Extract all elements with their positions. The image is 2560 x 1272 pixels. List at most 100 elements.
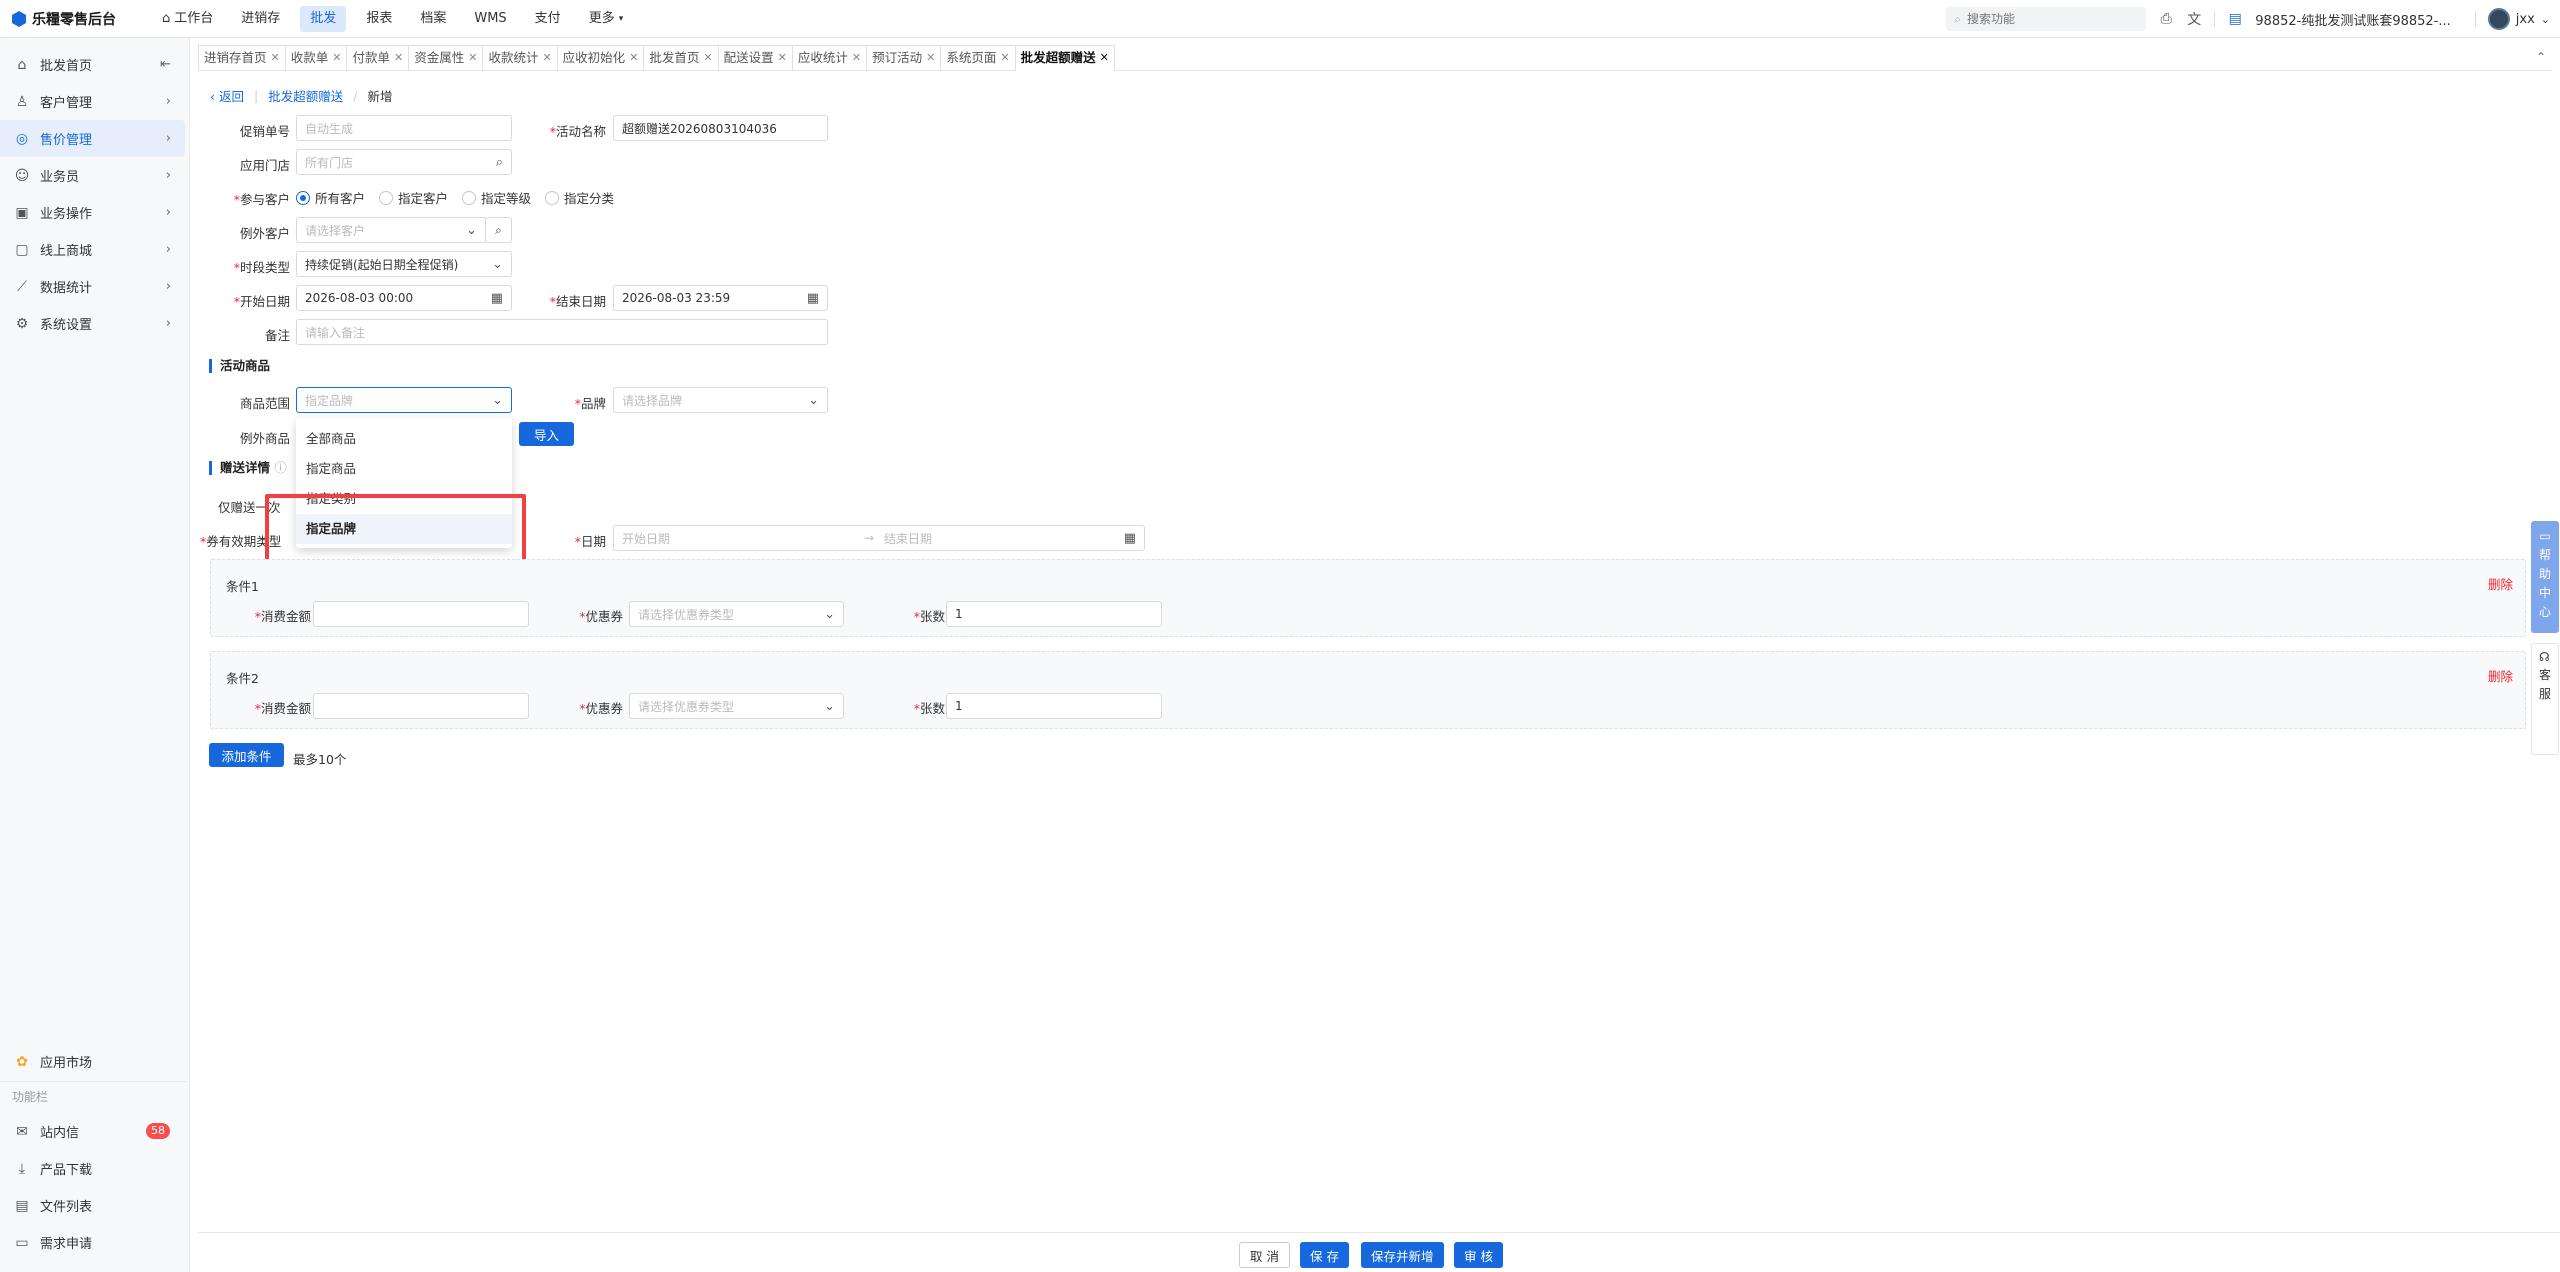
sidebar-item-settings[interactable]: ⚙ 系统设置 › <box>0 305 185 342</box>
app-logo[interactable]: 乐糧零售后台 <box>12 9 116 29</box>
sidebar-item-operations[interactable]: ▣ 业务操作 › <box>0 194 185 231</box>
search-icon[interactable]: ⌕ <box>496 155 503 170</box>
tab-ar-stats[interactable]: 应收统计 ✕ <box>791 44 868 71</box>
tab-delivery-settings[interactable]: 配送设置 ✕ <box>717 44 793 71</box>
tab-wholesale-home[interactable]: 批发首页 ✕ <box>643 44 719 71</box>
store-field[interactable]: 所有门店 ⌕ <box>296 149 512 175</box>
tab-payment[interactable]: 付款单 ✕ <box>346 44 410 71</box>
back-link[interactable]: ‹ 返回 <box>210 86 244 105</box>
highlight-box <box>265 494 526 566</box>
amount-label: *消费金额 <box>254 701 311 716</box>
import-button[interactable]: 导入 <box>519 422 574 446</box>
close-icon[interactable]: ✕ <box>926 46 935 70</box>
topnav-more[interactable]: 更多 ▾ <box>575 6 638 32</box>
close-icon[interactable]: ✕ <box>468 46 477 70</box>
radio-specific-level[interactable]: 指定等级 <box>462 188 531 207</box>
radio-specific-category[interactable]: 指定分类 <box>545 188 614 207</box>
topnav-workbench[interactable]: ⌂ 工作台 <box>148 6 227 32</box>
exclude-customer-select[interactable]: 请选择客户 ⌄ <box>296 217 486 243</box>
amount-field[interactable] <box>313 601 529 627</box>
sidebar-item-requests[interactable]: ▭ 需求申请 <box>0 1224 182 1261</box>
sidebar-item-files[interactable]: ▤ 文件列表 <box>0 1187 182 1224</box>
start-date-field[interactable]: 2026-08-03 00:00 ▦ <box>296 285 512 311</box>
topnav-archive[interactable]: 档案 <box>406 6 460 32</box>
sidebar-item-messages[interactable]: ✉ 站内信 58 <box>0 1113 182 1150</box>
close-icon[interactable]: ✕ <box>332 46 341 70</box>
user-menu[interactable]: jxx ⌄ <box>2487 8 2550 30</box>
remark-field[interactable]: 请输入备注 <box>296 319 828 345</box>
tab-inventory-home[interactable]: 进销存首页 ✕ <box>198 44 286 71</box>
search-icon: ⌕ <box>495 222 502 237</box>
translate-icon[interactable]: 文 <box>2186 11 2202 28</box>
sidebar-item-online-store[interactable]: ▢ 线上商城 › <box>0 231 185 268</box>
option-all-goods[interactable]: 全部商品 <box>296 424 512 454</box>
search-input[interactable] <box>1967 12 2128 26</box>
close-icon[interactable]: ✕ <box>778 46 787 70</box>
exclude-customer-label: 例外客户 <box>239 226 290 241</box>
goods-scope-select[interactable]: 指定品牌 ⌄ <box>296 387 512 413</box>
topnav-wholesale[interactable]: 批发 <box>300 6 347 32</box>
topnav-payment[interactable]: 支付 <box>521 6 575 32</box>
tab-bar: 进销存首页 ✕ 收款单 ✕ 付款单 ✕ 资金属性 ✕ 收款统计 ✕ 应收初始化 ✕ 批发首页… <box>198 44 2552 71</box>
help-center-widget[interactable]: ▭ 帮 助 中 心 <box>2531 521 2559 633</box>
sidebar-item-pricing[interactable]: ◎ 售价管理 › <box>0 120 185 157</box>
count-field[interactable]: 1 <box>946 693 1162 719</box>
promo-no-label: 促销单号 <box>239 124 290 139</box>
sidebar-item-downloads[interactable]: ⤓ 产品下载 <box>0 1150 182 1187</box>
sidebar-item-statistics[interactable]: ⟋ 数据统计 › <box>0 268 185 305</box>
sidebar-item-salesman[interactable]: ☺ 业务员 › <box>0 157 185 194</box>
sidebar-item-app-market[interactable]: ✿ 应用市场 <box>0 1043 182 1080</box>
tab-preorder[interactable]: 预订活动 ✕ <box>866 44 942 71</box>
close-icon[interactable]: ✕ <box>703 46 712 70</box>
close-icon[interactable]: ✕ <box>542 46 551 70</box>
printer-icon[interactable]: ⎙ <box>2158 11 2174 27</box>
coupon-select[interactable]: 请选择优惠券类型 ⌄ <box>629 693 844 719</box>
cancel-button[interactable]: 取 消 <box>1239 1242 1290 1268</box>
close-icon[interactable]: ✕ <box>852 46 861 70</box>
tab-excess-gift[interactable]: 批发超额赠送 ✕ <box>1014 44 1115 71</box>
tab-system-page[interactable]: 系统页面 ✕ <box>940 44 1016 71</box>
brand-select[interactable]: 请选择品牌 ⌄ <box>613 387 828 413</box>
count-label: *张数 <box>913 701 945 716</box>
close-icon[interactable]: ✕ <box>271 46 280 70</box>
tab-fund-attr[interactable]: 资金属性 ✕ <box>408 44 484 71</box>
user-name: jxx <box>2515 11 2535 27</box>
date-range-field[interactable]: 开始日期 → 结束日期 ▦ <box>613 525 1145 551</box>
activity-name-field[interactable]: 超额赠送20260803104036 <box>613 115 828 141</box>
close-icon[interactable]: ✕ <box>629 46 638 70</box>
close-icon[interactable]: ✕ <box>394 46 403 70</box>
add-condition-button[interactable]: 添加条件 <box>209 743 284 767</box>
topnav-wms[interactable]: WMS <box>460 6 520 32</box>
collapse-sidebar-icon[interactable]: ⇤ <box>160 57 171 72</box>
audit-button[interactable]: 审 核 <box>1454 1242 1503 1268</box>
customer-search-button[interactable]: ⌕ <box>485 217 512 243</box>
search-box[interactable]: ⌕ <box>1946 7 2147 31</box>
tab-receipt-stats[interactable]: 收款统计 ✕ <box>482 44 558 71</box>
promo-no-field[interactable]: 自动生成 <box>296 115 512 141</box>
delete-condition-button[interactable]: 删除 <box>2488 666 2513 685</box>
coupon-select[interactable]: 请选择优惠券类型 ⌄ <box>629 601 844 627</box>
person-icon: ☺ <box>14 167 30 184</box>
tab-ar-init[interactable]: 应收初始化 ✕ <box>556 44 645 71</box>
close-icon[interactable]: ✕ <box>1000 46 1009 70</box>
sidebar-item-wholesale-home[interactable]: ⌂ 批发首页 ⇤ <box>0 46 185 83</box>
radio-specific-customers[interactable]: 指定客户 <box>379 188 448 207</box>
save-button[interactable]: 保 存 <box>1300 1242 1349 1268</box>
radio-all-customers[interactable]: 所有客户 <box>296 188 365 207</box>
breadcrumb-parent[interactable]: 批发超额赠送 <box>268 86 343 105</box>
tab-menu-icon[interactable]: ⌃ <box>2536 50 2546 64</box>
topnav-reports[interactable]: 报表 <box>352 6 406 32</box>
count-field[interactable]: 1 <box>946 601 1162 627</box>
amount-field[interactable] <box>313 693 529 719</box>
sidebar-item-customers[interactable]: ♙ 客户管理 › <box>0 83 185 120</box>
tab-receipt[interactable]: 收款单 ✕ <box>284 44 348 71</box>
option-specific-goods[interactable]: 指定商品 <box>296 454 512 484</box>
close-icon[interactable]: ✕ <box>1100 46 1109 70</box>
account-name[interactable]: 98852-纯批发测试账套98852-... <box>2255 10 2451 29</box>
period-type-select[interactable]: 持续促销(起始日期全程促销) ⌄ <box>296 251 512 277</box>
end-date-field[interactable]: 2026-08-03 23:59 ▦ <box>613 285 828 311</box>
topnav-inventory[interactable]: 进销存 <box>227 6 294 32</box>
save-and-new-button[interactable]: 保存并新增 <box>1361 1242 1444 1268</box>
customer-service-widget[interactable]: ☊ 客 服 <box>2531 643 2559 755</box>
delete-condition-button[interactable]: 删除 <box>2488 574 2513 593</box>
